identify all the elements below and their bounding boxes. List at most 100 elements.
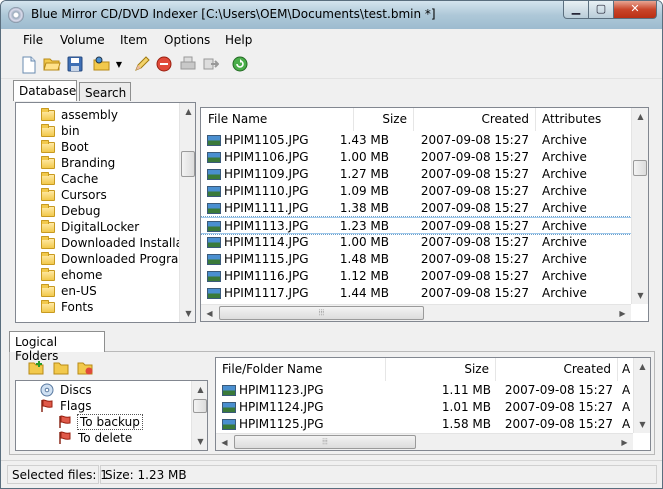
tree-folder-item[interactable]: Boot [16,139,176,155]
menu-options[interactable]: Options [164,33,210,47]
tree-folder-item[interactable]: Downloaded Prograr [16,251,183,267]
scroll-up-icon[interactable]: ▲ [192,381,207,398]
menu-item[interactable]: Item [120,33,147,47]
file-list-vertical-scrollbar[interactable]: ▲ ▼ [631,108,648,304]
column-header-created[interactable]: Created [496,358,618,381]
tab-logical-folders[interactable]: Logical Folders [9,331,105,363]
menu-help[interactable]: Help [225,33,252,47]
tree-folder-item[interactable]: DigitalLocker [16,219,176,235]
tree-folder-item[interactable]: en-US [16,283,176,299]
logical-tree-item[interactable]: To backup [16,414,188,430]
cell-size: 1.43 MB [339,133,389,147]
file-list-scroll-thumb[interactable] [633,160,647,176]
menu-volume[interactable]: Volume [60,33,105,47]
logical-list-horizontal-scrollbar[interactable]: ◀ ⦙⦙⦙ ▶ [216,433,633,450]
scroll-up-icon[interactable]: ▲ [632,108,648,125]
table-row[interactable]: HPIM1111.JPG 1.38 MB 2007-09-08 15:27 Archi… [201,200,631,217]
tree-folder-item[interactable]: Branding [16,155,176,171]
logical-tree-item[interactable]: Flags [16,398,188,414]
table-row[interactable]: HPIM1125.JPG 1.58 MB 2007-09-08 15:27 A [216,416,633,433]
folder-icon [41,284,55,297]
cell-created: 2007-09-08 15:27 [420,235,529,249]
title-bar[interactable]: Blue Mirror CD/DVD Indexer [C:\Users\OEM… [1,1,662,29]
add-volume-icon[interactable] [93,56,111,74]
scroll-up-icon[interactable]: ▲ [634,358,650,375]
cell-attributes: Archive [542,167,587,181]
scroll-left-icon[interactable]: ◀ [216,434,233,450]
flag-icon [40,399,54,413]
tree-folder-item[interactable]: Cache [16,171,176,187]
maximize-button[interactable]: ▢ [588,1,614,19]
table-row[interactable]: HPIM1114.JPG 1.00 MB 2007-09-08 15:27 Archi… [201,234,631,251]
new-logical-folder-icon[interactable] [28,361,44,377]
delete-logical-folder-icon[interactable] [77,361,93,377]
column-header-created[interactable]: Created [414,108,536,131]
tab-database[interactable]: Database [13,80,77,101]
edit-icon[interactable] [133,56,151,74]
logical-list-hscroll-thumb[interactable]: ⦙⦙⦙ [234,435,416,449]
chevron-down-icon[interactable]: ▼ [114,56,124,74]
tree-folder-label: ehome [61,268,103,282]
scroll-right-icon[interactable]: ▶ [616,434,633,450]
scroll-left-icon[interactable]: ◀ [201,305,218,321]
column-header-file-folder-name[interactable]: File/Folder Name [216,358,386,381]
scroll-down-icon[interactable]: ▼ [192,433,207,450]
logical-tree-item[interactable]: Discs [16,382,188,398]
table-row[interactable]: HPIM1116.JPG 1.12 MB 2007-09-08 15:27 Archi… [201,268,631,285]
close-button[interactable]: ✕ [613,1,657,19]
column-header-size[interactable]: Size [354,108,414,131]
table-row[interactable]: HPIM1115.JPG 1.48 MB 2007-09-08 15:27 Archi… [201,251,631,268]
table-row[interactable]: HPIM1117.JPG 1.44 MB 2007-09-08 15:27 Archi… [201,285,631,302]
tree-folder-item[interactable]: Downloaded Installa [16,235,183,251]
refresh-icon[interactable] [231,56,249,74]
table-row[interactable]: HPIM1110.JPG 1.09 MB 2007-09-08 15:27 Archi… [201,183,631,200]
column-header-attributes[interactable]: Attributes [536,108,632,131]
cell-size: 1.23 MB [339,219,389,233]
cell-name: HPIM1116.JPG [224,269,309,283]
table-row[interactable]: HPIM1124.JPG 1.01 MB 2007-09-08 15:27 A [216,399,633,416]
save-icon[interactable] [66,56,84,74]
tree-folder-item[interactable]: bin [16,123,176,139]
scroll-up-icon[interactable]: ▲ [180,103,195,120]
scroll-right-icon[interactable]: ▶ [614,305,631,321]
tree-vertical-scrollbar[interactable]: ▲ ▼ [179,103,195,322]
logical-tree-scroll-thumb[interactable] [193,399,207,413]
tree-folder-label: Branding [61,156,116,170]
rename-logical-folder-icon[interactable] [53,361,69,377]
minimize-button[interactable]: ▁ [563,1,589,19]
print-icon[interactable] [179,56,197,74]
column-header-size[interactable]: Size [386,358,496,381]
folder-icon [41,108,55,121]
menu-file[interactable]: File [23,33,43,47]
table-row[interactable]: HPIM1105.JPG 1.43 MB 2007-09-08 15:27 Archi… [201,132,631,149]
table-row[interactable]: HPIM1123.JPG 1.11 MB 2007-09-08 15:27 A [216,382,633,399]
tree-folder-item[interactable]: assembly [16,107,176,123]
tree-folder-label: bin [61,124,80,138]
table-row[interactable]: HPIM1109.JPG 1.27 MB 2007-09-08 15:27 Archi… [201,166,631,183]
cell-size: 1.09 MB [339,184,389,198]
cell-size: 1.44 MB [339,286,389,300]
tree-folder-item[interactable]: Debug [16,203,176,219]
tree-folder-item[interactable]: ehome [16,267,176,283]
logical-list-vertical-scrollbar[interactable]: ▲ ▼ [633,358,650,433]
file-list-hscroll-thumb[interactable]: ⦙⦙⦙ [219,306,424,320]
table-row[interactable]: HPIM1113.JPG 1.23 MB 2007-09-08 15:27 Archi… [201,216,632,235]
tab-search[interactable]: Search [79,82,131,101]
scroll-down-icon[interactable]: ▼ [632,287,648,304]
stop-icon[interactable] [155,56,173,74]
logical-tree-scrollbar[interactable]: ▲ ▼ [191,381,207,450]
image-file-icon [207,221,221,232]
tree-folder-item[interactable]: Cursors [16,187,176,203]
export-icon[interactable] [202,56,220,74]
tree-folder-item[interactable]: Fonts [16,299,176,315]
scroll-down-icon[interactable]: ▼ [180,305,195,322]
scroll-down-icon[interactable]: ▼ [634,416,650,433]
table-row[interactable]: HPIM1106.JPG 1.00 MB 2007-09-08 15:27 Archi… [201,149,631,166]
logical-tree-item[interactable]: To delete [16,430,188,446]
open-folder-icon[interactable] [43,56,61,74]
panel-splitter[interactable] [1,324,662,329]
column-header-name[interactable]: File Name [201,108,354,131]
tree-scroll-thumb[interactable] [181,151,195,177]
new-file-icon[interactable] [20,56,38,74]
file-list-horizontal-scrollbar[interactable]: ◀ ⦙⦙⦙ ▶ [201,304,631,321]
